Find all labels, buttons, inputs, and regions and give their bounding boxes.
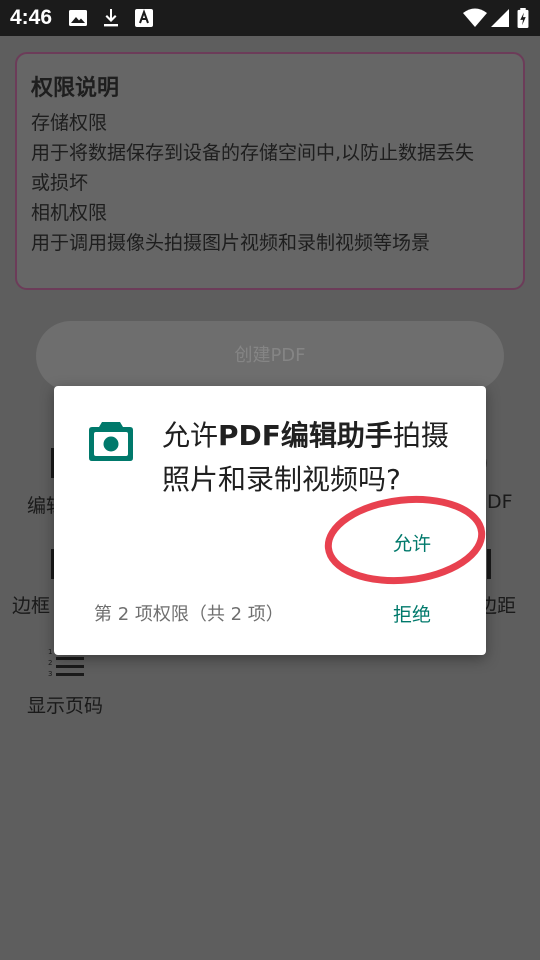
permission-card-title: 权限说明 — [31, 76, 120, 101]
permission-dialog: 允许PDF编辑助手拍摄照片和录制视频吗? 允许 第 2 项权限（共 2 项） 拒… — [54, 386, 486, 655]
image-icon — [69, 10, 87, 26]
permission-line: 用于调用摄像头拍摄图片视频和录制视频等场景 — [31, 232, 431, 254]
permission-explanation-card: 权限说明 存储权限 用于将数据保存到设备的存储空间中,以防止数据丢失 或损坏 相… — [15, 52, 525, 290]
camera-icon — [89, 422, 133, 461]
permission-line: 相机权限 — [31, 202, 108, 224]
svg-text:1: 1 — [48, 648, 52, 656]
allow-button[interactable]: 允许 — [393, 529, 431, 556]
permission-line: 或损坏 — [31, 172, 89, 194]
dialog-message-prefix: 允许 — [162, 419, 219, 452]
status-time: 4:46 — [10, 6, 53, 29]
pdf-tool-label[interactable]: DF — [487, 491, 513, 513]
download-icon — [104, 9, 118, 27]
status-bar: 4:46 — [0, 0, 540, 36]
border-label[interactable]: 边框 — [12, 591, 50, 618]
wifi-icon — [463, 8, 487, 27]
create-pdf-button[interactable]: 创建PDF — [36, 321, 504, 391]
dialog-message: 允许PDF编辑助手拍摄照片和录制视频吗? — [162, 414, 462, 502]
svg-text:3: 3 — [48, 670, 52, 678]
dialog-app-name: PDF编辑助手 — [218, 419, 393, 452]
svg-text:2: 2 — [48, 659, 52, 667]
show-page-numbers-label[interactable]: 显示页码 — [27, 691, 103, 718]
deny-button[interactable]: 拒绝 — [393, 600, 431, 627]
battery-charging-icon — [517, 8, 529, 28]
permission-line: 存储权限 — [31, 112, 108, 134]
permission-line: 用于将数据保存到设备的存储空间中,以防止数据丢失 — [31, 142, 475, 164]
accessibility-a-icon — [135, 9, 153, 27]
permission-counter: 第 2 项权限（共 2 项） — [94, 604, 284, 625]
signal-icon — [491, 9, 509, 27]
